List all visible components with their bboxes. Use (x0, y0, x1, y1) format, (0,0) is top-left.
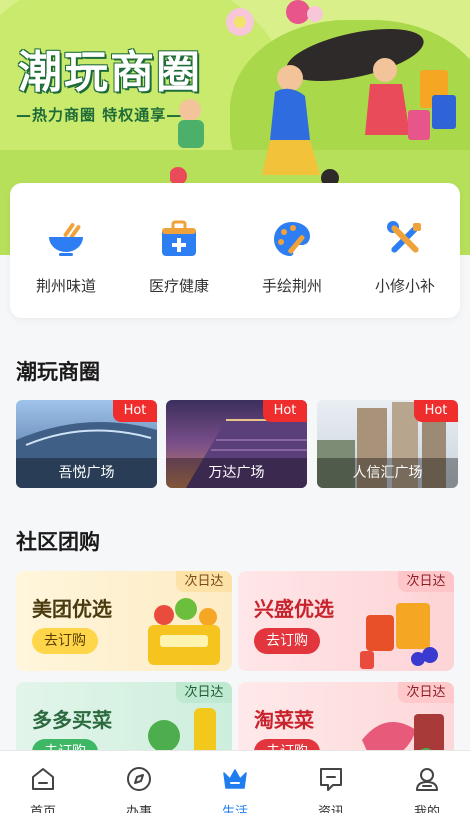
groupbuy-name: 美团优选 (32, 597, 112, 621)
category-item-repair[interactable]: 小修小补 (349, 219, 461, 296)
tab-profile[interactable]: 我的 (397, 765, 457, 813)
user-icon (416, 768, 438, 791)
tab-services[interactable]: 办事 (109, 765, 169, 813)
hero-title: 潮玩商圈 (18, 47, 202, 98)
category-label: 手绘荆州 (261, 277, 322, 295)
tab-news[interactable]: 资讯 (301, 765, 361, 813)
order-button[interactable]: 去订购 (32, 628, 98, 654)
mall-card[interactable]: Hot 人信汇广场 (317, 400, 458, 488)
tab-label: 首页 (29, 805, 56, 813)
grocery-products-image (360, 603, 438, 669)
hot-badge: Hot (414, 400, 458, 422)
hot-badge: Hot (263, 400, 307, 422)
tab-label: 办事 (125, 805, 152, 813)
bowl-icon (49, 223, 83, 256)
next-day-tag: 次日达 (176, 571, 232, 592)
category-item-health[interactable]: 医疗健康 (123, 219, 235, 296)
category-item-food[interactable]: 荆州味道 (10, 219, 122, 296)
tab-home[interactable]: 首页 (13, 765, 73, 813)
section-title-malls: 潮玩商圈 (16, 360, 100, 384)
crown-icon (223, 769, 247, 789)
mall-card[interactable]: Hot 吾悦广场 (16, 400, 157, 488)
message-icon (320, 768, 342, 791)
tools-icon (387, 221, 421, 253)
palette-icon (274, 222, 310, 256)
groupbuy-name: 多多买菜 (32, 708, 112, 732)
next-day-tag: 次日达 (398, 571, 454, 592)
order-button[interactable]: 去订购 (254, 628, 320, 654)
tab-label: 我的 (413, 805, 440, 813)
mall-card[interactable]: Hot 万达广场 (166, 400, 307, 488)
category-card: 荆州味道 医疗健康 手绘荆州 小修小补 (10, 183, 460, 318)
tab-life[interactable]: 生活 (205, 765, 265, 813)
hot-badge: Hot (113, 400, 157, 422)
category-label: 医疗健康 (148, 277, 209, 295)
mall-name: 吾悦广场 (16, 458, 157, 488)
hero-subtitle: —热力商圈 特权通享— (16, 106, 183, 124)
category-label: 小修小补 (374, 277, 435, 295)
mall-name: 万达广场 (166, 458, 307, 488)
home-icon (32, 768, 54, 790)
groupbuy-name: 淘菜菜 (254, 708, 314, 732)
shopping-people-illustration (170, 0, 456, 187)
compass-icon (127, 767, 151, 791)
category-item-drawing[interactable]: 手绘荆州 (236, 219, 348, 296)
tab-label: 生活 (221, 805, 248, 813)
groupbuy-card[interactable]: 次日达 兴盛优选 去订购 (238, 571, 454, 671)
bottom-tab-bar: 首页 办事 生活 资讯 我的 (0, 750, 470, 813)
grocery-basket-image (148, 598, 220, 665)
groupbuy-card[interactable]: 次日达 美团优选 去订购 (16, 571, 232, 671)
category-label: 荆州味道 (35, 277, 96, 295)
groupbuy-name: 兴盛优选 (254, 597, 334, 621)
medical-kit-icon (162, 220, 196, 256)
tab-label: 资讯 (317, 805, 344, 813)
section-title-groupbuy: 社区团购 (16, 530, 100, 554)
mall-name: 人信汇广场 (317, 458, 458, 488)
